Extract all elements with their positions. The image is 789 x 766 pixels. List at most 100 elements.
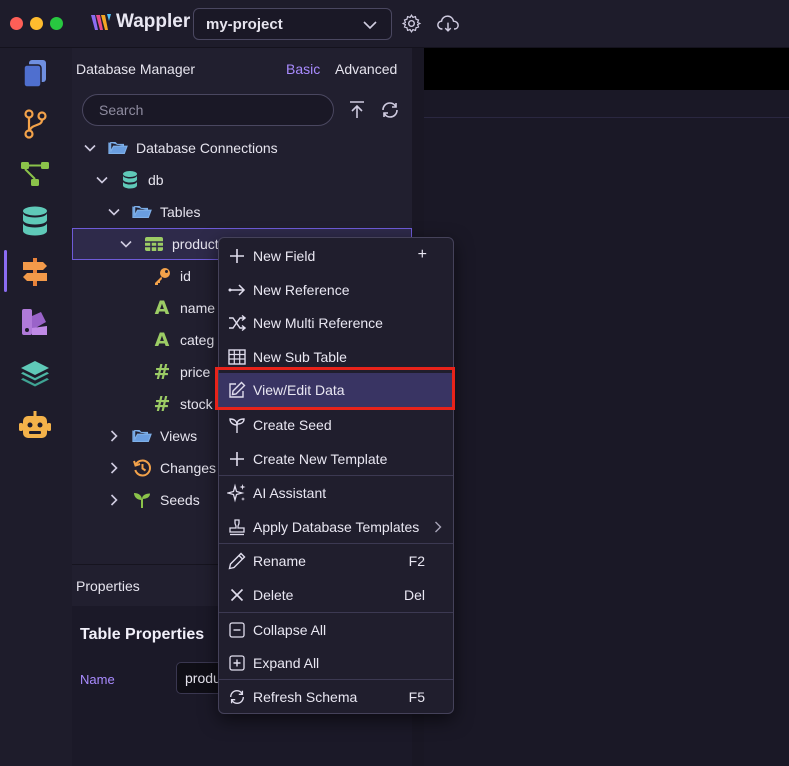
plus-icon — [230, 452, 244, 466]
tree-item-connections[interactable]: Database Connections — [82, 132, 278, 164]
tree-label: Tables — [160, 204, 201, 220]
tree-label: price — [180, 364, 211, 380]
robot-icon — [19, 411, 51, 438]
shortcut: + — [417, 246, 427, 263]
chevron-right-icon — [110, 430, 118, 442]
panel-title: Database Manager — [76, 61, 196, 77]
tree-label: categ — [180, 332, 215, 348]
tree-item-db[interactable]: db — [94, 164, 164, 196]
menu-item-new-field[interactable]: New Field + — [219, 239, 453, 273]
menu-item-ai-assistant[interactable]: AI Assistant — [219, 476, 453, 510]
activity-design[interactable] — [15, 302, 55, 342]
sparkles-icon — [227, 483, 246, 503]
folder-open-icon — [132, 206, 152, 218]
menu-item-expand-all[interactable]: Expand All — [219, 646, 453, 680]
plus-icon — [230, 249, 244, 263]
arrow-right-icon — [228, 284, 246, 296]
activity-database[interactable] — [15, 202, 55, 242]
git-branch-icon — [24, 109, 47, 139]
upload-icon[interactable] — [348, 100, 366, 120]
menu-item-apply-database-templates[interactable]: Apply Database Templates — [219, 510, 453, 544]
pencil-icon — [228, 552, 246, 570]
search-actions — [348, 100, 400, 120]
activity-layers[interactable] — [15, 354, 55, 394]
activity-bar — [0, 48, 72, 766]
table-properties-title: Table Properties — [80, 626, 205, 643]
tree-item-seeds[interactable]: Seeds — [106, 484, 200, 516]
mode-advanced-tab[interactable]: Advanced — [335, 61, 397, 77]
menu-item-create-new-template[interactable]: Create New Template — [219, 442, 453, 476]
editor-area — [412, 48, 789, 766]
tree-item-tables[interactable]: Tables — [106, 196, 200, 228]
menu-item-refresh-schema[interactable]: Refresh Schema F5 — [219, 680, 453, 714]
minimize-window-button[interactable] — [30, 17, 43, 30]
table-icon — [145, 237, 163, 251]
seedling-icon — [134, 493, 150, 508]
close-window-button[interactable] — [10, 17, 23, 30]
seedling-icon — [229, 418, 245, 433]
editor-body — [424, 118, 789, 766]
menu-item-new-multi-reference[interactable]: New Multi Reference — [219, 306, 453, 340]
activity-routes[interactable] — [15, 252, 55, 292]
table-icon — [228, 349, 246, 365]
activity-git[interactable] — [15, 104, 55, 144]
refresh-icon — [230, 690, 244, 704]
maximize-window-button[interactable] — [50, 17, 63, 30]
chevron-down-icon — [84, 144, 96, 152]
tree-label: name — [180, 300, 216, 316]
app-name: Wappler — [116, 11, 191, 32]
layers-icon — [21, 361, 49, 387]
chevron-down-icon — [120, 240, 132, 248]
highlight-annotation — [215, 367, 455, 410]
menu-item-rename[interactable]: Rename F2 — [219, 544, 453, 578]
tree-item-field[interactable]: id — [152, 260, 191, 292]
menu-item-create-seed[interactable]: Create Seed — [219, 408, 453, 442]
chevron-down-icon — [96, 176, 108, 184]
shortcut: F5 — [408, 689, 425, 705]
tree-item-views[interactable]: Views — [106, 420, 197, 452]
tree-item-field[interactable]: # price — [152, 356, 211, 388]
database-icon — [123, 171, 137, 189]
menu-item-collapse-all[interactable]: Collapse All — [219, 613, 453, 647]
activity-ai[interactable] — [15, 406, 55, 446]
files-icon — [23, 60, 46, 88]
menu-item-new-reference[interactable]: New Reference — [219, 273, 453, 307]
active-indicator — [4, 250, 7, 292]
wappler-logo-icon — [91, 14, 111, 30]
chevron-down-icon — [108, 208, 120, 216]
search-input[interactable]: Search — [82, 94, 334, 126]
chevron-down-icon — [363, 21, 377, 30]
editor-toolbar — [424, 48, 789, 90]
x-icon — [230, 588, 244, 602]
tree-item-field[interactable]: A categ — [152, 324, 215, 356]
folder-open-icon — [108, 142, 128, 154]
chevron-right-icon — [110, 462, 118, 474]
refresh-icon[interactable] — [380, 100, 400, 120]
swatch-icon — [22, 309, 47, 335]
title-bar: Wappler my-project — [0, 0, 789, 48]
activity-files[interactable] — [15, 54, 55, 94]
context-menu: New Field + New Reference New Multi Refe… — [218, 237, 454, 714]
signpost-icon — [23, 258, 47, 286]
app-logo: Wappler — [90, 11, 190, 33]
tree-label: product — [172, 236, 219, 252]
menu-item-delete[interactable]: Delete Del — [219, 578, 453, 612]
tree-item-changes[interactable]: Changes — [106, 452, 216, 484]
cloud-download-icon[interactable] — [436, 13, 460, 34]
tree-label: Seeds — [160, 492, 200, 508]
tree-label: id — [180, 268, 191, 284]
tree-label: Views — [160, 428, 198, 444]
tree-item-field[interactable]: A name — [152, 292, 215, 324]
minus-square-icon — [229, 622, 245, 638]
folder-open-icon — [132, 430, 152, 442]
shortcut: F2 — [408, 553, 425, 569]
flow-icon — [21, 162, 49, 186]
activity-workflows[interactable] — [15, 154, 55, 194]
tree-label: db — [148, 172, 164, 188]
panel-header: Database Manager Basic Advanced — [72, 48, 412, 90]
history-icon — [133, 459, 152, 477]
mode-basic-tab[interactable]: Basic — [286, 61, 320, 77]
gear-icon[interactable] — [401, 13, 422, 34]
project-select[interactable]: my-project — [193, 8, 392, 40]
tree-item-field[interactable]: # stock — [152, 388, 213, 420]
